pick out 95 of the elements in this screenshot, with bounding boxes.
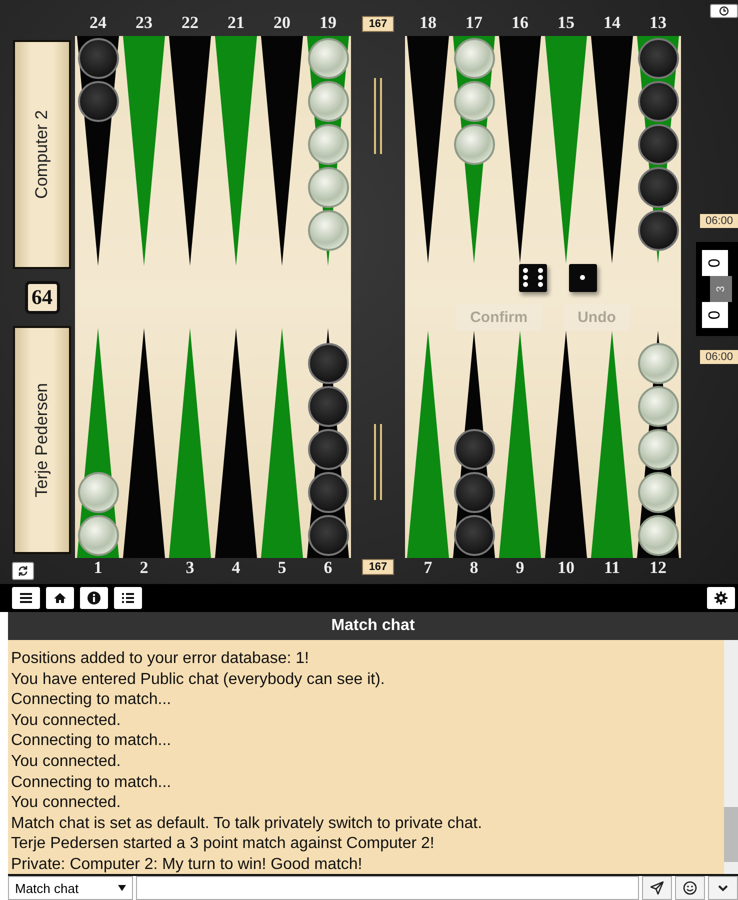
chat-message: Connecting to match... [11,690,172,710]
chat-message: Positions added to your error database: 1! [11,649,310,669]
player-plate: Terje Pedersen [13,326,71,554]
checker[interactable] [308,386,348,427]
chat-input-field[interactable] [136,876,639,900]
checker[interactable] [638,124,678,165]
checker[interactable] [454,472,494,513]
chat-message: Private: Computer 2: My turn to win! Good match! [11,854,364,875]
pip-count: 167 [362,559,394,575]
chat-message: You have entered Public chat (everybody can see it). [11,670,386,690]
score: 0 [702,250,728,276]
chat-message: Connecting to match... [11,772,172,793]
clock-icon [719,6,729,16]
send-button[interactable] [642,876,672,900]
chat-message: You connected. [11,710,122,731]
point-number: 20 [272,13,292,34]
clock-button[interactable] [710,4,738,18]
point-number: 14 [602,13,622,34]
home-icon [53,592,67,604]
chevron-down-icon [718,884,728,892]
checker[interactable] [308,81,348,122]
doubling-cube: 64 [24,280,60,314]
point-number: 2 [138,558,150,579]
point-number: 17 [464,13,484,34]
chat-title: Match chat [8,612,738,640]
checker[interactable] [308,210,348,251]
checker[interactable] [78,472,118,513]
point-number: 4 [230,558,242,579]
expand-button[interactable] [708,876,738,900]
chat-message: You connected. [11,752,122,772]
chat-message: Match chat is set as default. To talk privately switch to private chat. [11,814,484,834]
info-icon [87,591,101,605]
settings-icon [714,591,728,605]
point-number: 10 [556,558,576,579]
menu-button[interactable] [12,587,40,609]
home-button[interactable] [46,587,74,609]
match-length-cube: 3 [710,276,732,302]
chat-message: Connecting to match... [11,731,172,752]
point-number: 18 [418,13,438,34]
point-number: 6 [322,558,334,579]
point-number: 19 [318,13,338,34]
point-number: 7 [422,558,434,579]
point-number: 9 [514,558,526,579]
point-number: 15 [556,13,576,34]
point-number: 11 [602,558,622,579]
checker[interactable] [308,429,348,470]
checker[interactable] [638,343,678,384]
chat-channel-dropdown[interactable]: Match chat [8,876,133,900]
refresh-icon [17,565,29,577]
checker[interactable] [638,210,678,251]
point-number: 3 [184,558,196,579]
checker[interactable] [638,429,678,470]
chat-message: You connected. [11,793,122,814]
list-button[interactable] [114,587,142,609]
point-number: 22 [180,13,200,34]
checker[interactable] [454,429,494,470]
checker[interactable] [638,472,678,513]
point-number: 16 [510,13,530,34]
checker[interactable] [454,81,494,122]
point-number: 21 [226,13,246,34]
die [569,264,597,292]
refresh-button[interactable] [12,562,34,580]
list-icon [121,592,135,604]
dropdown-caret-icon [118,885,126,891]
point-number: 24 [88,13,108,34]
pip-count: 167 [362,16,394,32]
checker[interactable] [308,343,348,384]
point-number: 23 [134,13,154,34]
smiley-icon [683,881,697,895]
point-number: 12 [648,558,668,579]
point-number: 8 [468,558,480,579]
checker[interactable] [638,386,678,427]
checker[interactable] [308,124,348,165]
emoji-button[interactable] [675,876,705,900]
settings-button[interactable] [707,587,735,609]
checker[interactable] [454,124,494,165]
chat-message: Terje Pedersen started a 3 point match against Computer 2! [11,834,436,854]
point-number: 5 [276,558,288,579]
menu-icon [19,592,33,604]
checker[interactable] [308,472,348,513]
checker[interactable] [638,167,678,208]
point-number: 13 [648,13,668,34]
point-number: 1 [92,558,104,579]
timer: 06:00 [700,214,738,228]
scrollbar-thumb[interactable] [724,807,738,862]
score: 0 [702,302,728,328]
info-button[interactable] [80,587,108,609]
die [519,264,547,292]
player-plate: Computer 2 [13,40,71,268]
checker[interactable] [308,167,348,208]
timer: 06:00 [700,350,738,364]
send-icon [650,881,664,895]
scrollbar[interactable] [724,640,738,874]
checker[interactable] [78,81,118,122]
checker[interactable] [638,81,678,122]
